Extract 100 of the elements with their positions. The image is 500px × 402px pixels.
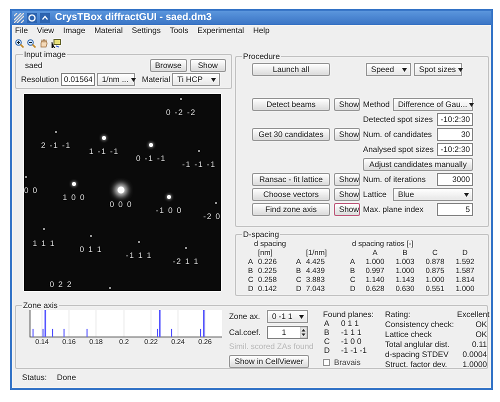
status-value: Done [56, 372, 76, 384]
dropdown[interactable]: 0 -1 1 [267, 310, 308, 323]
metric-label: Consistency check: [385, 320, 455, 330]
menu-item[interactable]: Tools [170, 26, 188, 36]
field-label: Detected spot sizes [363, 114, 434, 126]
field-label: Cal.coef. [229, 326, 262, 338]
plane-index: -1 -1 -1 [341, 346, 367, 355]
spot-label: 0 -2 -2 [166, 108, 196, 117]
show-button[interactable]: Show [190, 59, 226, 72]
plane-letter: A [324, 319, 330, 328]
caret-icon [130, 78, 136, 82]
caret-icon [464, 192, 469, 196]
field-label: Num. of candidates [363, 128, 433, 140]
caret-icon [458, 68, 463, 72]
menu-item[interactable]: Material [94, 26, 123, 36]
menu-item[interactable]: Experimental [197, 26, 244, 36]
field-label: Resolution [21, 74, 59, 86]
spot-label: 0 -1 -1 [136, 154, 166, 163]
menu-item[interactable]: Settings [132, 26, 161, 36]
metric-label: Rating: [385, 310, 412, 320]
metric-value: OK [474, 330, 487, 340]
group-title: Zone axis [22, 301, 59, 310]
show-button[interactable]: Show [334, 128, 360, 141]
caret-icon [211, 78, 216, 82]
status-label: Status: [22, 372, 47, 384]
spot-label: 0 0 0 [110, 200, 132, 209]
plane-index: -1 0 0 [341, 337, 362, 346]
pointer-icon[interactable] [51, 39, 61, 48]
plane-index: -1 1 1 [341, 328, 362, 337]
step-button[interactable]: Get 30 candidates [252, 128, 330, 141]
dropdown[interactable]: Ti HCP [172, 73, 220, 86]
dropdown-value: Difference of Gau... [398, 98, 468, 110]
metric-label: d-spacing STDEV [385, 350, 450, 360]
field-label: Lattice [363, 188, 388, 200]
zoom-in-icon[interactable] [15, 39, 24, 48]
metric-value: 0.0004 [462, 350, 487, 360]
dropdown-value: Blue [398, 188, 414, 200]
input-field[interactable]: 30 [437, 128, 473, 141]
caret-icon [402, 68, 407, 72]
diffraction-spot [118, 186, 124, 194]
show-button[interactable]: Show [334, 98, 360, 111]
plane-letter: C [324, 337, 331, 346]
field-label: Num. of iterations [363, 174, 427, 186]
show-button[interactable]: Show [334, 173, 360, 186]
zoom-out-icon[interactable] [27, 39, 36, 48]
diffraction-spot [149, 143, 153, 147]
spinner-field[interactable]: 1 [267, 326, 308, 339]
dropdown-value: Speed [371, 64, 394, 76]
hand-icon[interactable] [39, 39, 48, 48]
dropdown-value: 1/nm ... [102, 74, 128, 86]
dropdown[interactable]: Spot sizes [414, 63, 462, 76]
spot-label: 0 1 1 [80, 245, 102, 254]
menu-item[interactable]: View [36, 26, 54, 36]
dropdown[interactable]: Blue [393, 188, 473, 201]
diffraction-spot [102, 136, 106, 140]
input-field[interactable]: 3000 [437, 173, 473, 186]
spinner-value: 1 [280, 326, 288, 338]
cellviewer-button[interactable]: Show in CellViewer [229, 355, 309, 368]
step-button[interactable]: Ransac - fit lattice [252, 173, 330, 186]
field-label: Zone ax. [229, 310, 262, 322]
metric-label: Struct. factor dev. [385, 360, 448, 370]
metric-value: 1.0000 [462, 360, 487, 370]
circle-button-icon[interactable] [27, 13, 37, 23]
dropdown-value: Ti HCP [177, 74, 203, 86]
spot-label: -2 0 [203, 212, 221, 221]
menu-item[interactable]: Help [253, 26, 270, 36]
menu-item[interactable]: Image [63, 26, 86, 36]
caret-up-icon[interactable] [40, 13, 50, 23]
caret-icon [469, 102, 474, 106]
adjust-button[interactable]: Adjust candidates manually [363, 158, 473, 171]
step-button[interactable]: Detect beams [252, 98, 330, 111]
menu-item[interactable]: File [15, 26, 28, 36]
step-button[interactable]: Choose vectors [252, 188, 330, 201]
spot-label: 1 1 1 [32, 239, 56, 248]
spot-label: 1 0 0 [62, 193, 86, 202]
step-button[interactable]: Find zone axis [252, 203, 330, 216]
spot-label: -2 1 1 [172, 257, 200, 266]
input-field[interactable]: 5 [437, 203, 473, 216]
checkbox-label: Bravais [334, 358, 361, 367]
dropdown[interactable]: 1/nm ... [96, 73, 135, 86]
dropdown[interactable]: Difference of Gau... [393, 98, 473, 111]
checkbox[interactable] [323, 359, 330, 366]
dropdown-value: 0 -1 1 [272, 310, 292, 322]
launch-button[interactable]: Launch all [252, 63, 330, 76]
spot-label: -1 1 1 [126, 251, 152, 260]
grip-icon [14, 13, 24, 23]
input-field[interactable]: -10:2:30 [437, 143, 473, 156]
section-label: Found planes: [323, 310, 375, 319]
dropdown[interactable]: Speed [366, 63, 411, 76]
group-title: Procedure [242, 52, 281, 61]
diffraction-spot [167, 195, 171, 199]
metric-value: Excellent [457, 310, 487, 320]
show-button[interactable]: Show [334, 203, 360, 216]
spot-label: -1 -1 -1 [182, 160, 216, 169]
input-field[interactable]: -10:2:30 [437, 113, 473, 126]
browse-button[interactable]: Browse [150, 59, 187, 72]
plane-index: 0 1 1 [341, 319, 359, 328]
dropdown-value: Spot sizes [419, 64, 456, 76]
show-button[interactable]: Show [334, 188, 360, 201]
spinner-arrows-icon[interactable] [300, 327, 307, 338]
